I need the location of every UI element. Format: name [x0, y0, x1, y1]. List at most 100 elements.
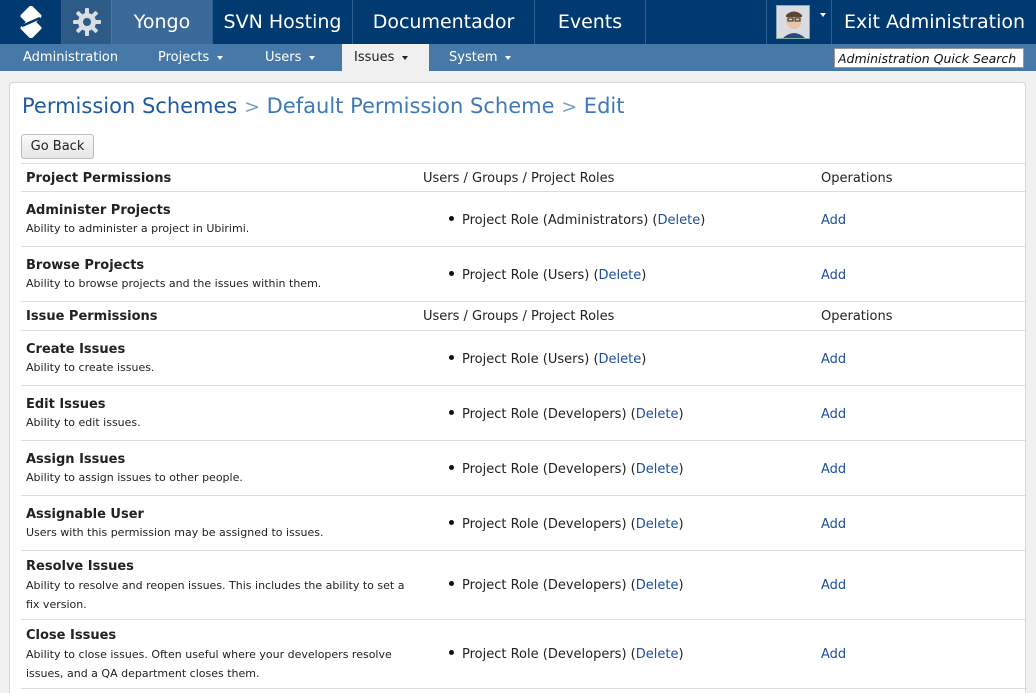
table-row: Assign Issues Ability to assign issues t… [21, 441, 1025, 496]
role-label: Project Role (Developers) [462, 462, 627, 477]
add-link[interactable]: Add [821, 462, 846, 477]
add-link[interactable]: Add [821, 407, 846, 422]
section-header-project-permissions: Project Permissions Users / Groups / Pro… [21, 163, 1025, 192]
role-label: Project Role (Developers) [462, 407, 627, 422]
add-link[interactable]: Add [821, 268, 846, 283]
topnav-yongo[interactable]: Yongo [112, 0, 213, 44]
breadcrumb-separator: > [244, 96, 260, 118]
chevron-down-icon [505, 55, 512, 60]
permission-role: Project Role (Users) (Delete) [449, 268, 646, 283]
table-row: Close Issues Ability to close issues. Of… [21, 620, 1025, 689]
topnav-documentador[interactable]: Documentador [353, 0, 535, 44]
permission-description: Users with this permission may be assign… [26, 526, 324, 539]
column-header-users: Users / Groups / Project Roles [423, 309, 615, 324]
permission-description: Ability to resolve and reopen issues. Th… [26, 579, 405, 611]
topnav-svn-hosting[interactable]: SVN Hosting [213, 0, 353, 44]
breadcrumb-edit: Edit [583, 94, 625, 118]
breadcrumb: Permission Schemes > Default Permission … [22, 94, 624, 118]
permission-name: Edit Issues [26, 397, 106, 412]
column-header-users: Users / Groups / Project Roles [423, 171, 615, 186]
table-row: Edit Issues Ability to edit issues. Proj… [21, 386, 1025, 441]
permission-role: Project Role (Developers) (Delete) [449, 407, 684, 422]
bullet-icon [449, 650, 454, 655]
subnav-users[interactable]: Users [246, 44, 342, 71]
add-link[interactable]: Add [821, 578, 846, 593]
chevron-down-icon [217, 55, 224, 60]
permission-description: Ability to administer a project in Ubiri… [26, 222, 250, 235]
avatar[interactable] [776, 5, 810, 39]
section-title: Project Permissions [26, 171, 172, 186]
delete-link[interactable]: Delete [636, 578, 679, 593]
permission-role: Project Role (Developers) (Delete) [449, 647, 684, 662]
permission-role: Project Role (Developers) (Delete) [449, 578, 684, 593]
topnav-events[interactable]: Events [535, 0, 646, 44]
admin-gear-icon[interactable] [62, 0, 112, 44]
bullet-icon [449, 465, 454, 470]
permission-name: Close Issues [26, 628, 117, 643]
permissions-table: Project Permissions Users / Groups / Pro… [21, 163, 1025, 689]
delete-link[interactable]: Delete [636, 407, 679, 422]
table-row: Browse Projects Ability to browse projec… [21, 247, 1025, 302]
user-menu[interactable] [766, 0, 832, 44]
role-label: Project Role (Administrators) [462, 213, 649, 228]
role-label: Project Role (Developers) [462, 647, 627, 662]
permission-role: Project Role (Administrators) (Delete) [449, 213, 705, 228]
section-title: Issue Permissions [26, 309, 158, 324]
bullet-icon [449, 520, 454, 525]
delete-link[interactable]: Delete [599, 268, 642, 283]
subnav-issues-label: Issues [354, 50, 395, 65]
column-header-operations: Operations [821, 309, 893, 324]
permission-description: Ability to browse projects and the issue… [26, 277, 322, 290]
permission-role: Project Role (Users) (Delete) [449, 352, 646, 367]
chevron-down-icon [402, 55, 409, 60]
table-row: Create Issues Ability to create issues. … [21, 331, 1025, 386]
permission-description: Ability to create issues. [26, 361, 155, 374]
add-link[interactable]: Add [821, 647, 846, 662]
permission-description: Ability to assign issues to other people… [26, 471, 243, 484]
delete-link[interactable]: Delete [599, 352, 642, 367]
app-logo-icon[interactable] [0, 0, 62, 44]
role-label: Project Role (Developers) [462, 578, 627, 593]
permission-description: Ability to edit issues. [26, 416, 141, 429]
section-header-issue-permissions: Issue Permissions Users / Groups / Proje… [21, 302, 1025, 331]
permission-role: Project Role (Developers) (Delete) [449, 517, 684, 532]
role-label: Project Role (Users) [462, 352, 590, 367]
chevron-down-icon [309, 55, 316, 60]
breadcrumb-permission-schemes[interactable]: Permission Schemes [22, 94, 237, 118]
admin-quick-search-input[interactable] [834, 48, 1024, 68]
subnav-issues[interactable]: Issues [342, 44, 429, 71]
bullet-icon [449, 410, 454, 415]
subnav-system-label: System [449, 50, 498, 65]
table-row: Resolve Issues Ability to resolve and re… [21, 551, 1025, 620]
permission-name: Create Issues [26, 342, 126, 357]
bullet-icon [449, 216, 454, 221]
exit-administration-link[interactable]: Exit Administration [833, 0, 1036, 44]
add-link[interactable]: Add [821, 517, 846, 532]
delete-link[interactable]: Delete [636, 462, 679, 477]
delete-link[interactable]: Delete [658, 213, 701, 228]
breadcrumb-scheme-name[interactable]: Default Permission Scheme [267, 94, 555, 118]
permission-description: Ability to close issues. Often useful wh… [26, 648, 392, 680]
delete-link[interactable]: Delete [636, 517, 679, 532]
table-row: Administer Projects Ability to administe… [21, 192, 1025, 247]
bullet-icon [449, 581, 454, 586]
subnav-administration-label: Administration [23, 50, 119, 65]
chevron-down-icon [820, 13, 826, 17]
delete-link[interactable]: Delete [636, 647, 679, 662]
column-header-operations: Operations [821, 171, 893, 186]
add-link[interactable]: Add [821, 213, 846, 228]
bullet-icon [449, 271, 454, 276]
permission-name: Browse Projects [26, 258, 145, 273]
subnav-projects[interactable]: Projects [138, 44, 246, 71]
add-link[interactable]: Add [821, 352, 846, 367]
table-row: Assignable User Users with this permissi… [21, 496, 1025, 551]
main-content-panel: Permission Schemes > Default Permission … [9, 82, 1026, 693]
go-back-button[interactable]: Go Back [21, 134, 94, 159]
subnav-system[interactable]: System [429, 44, 539, 71]
permission-name: Resolve Issues [26, 559, 134, 574]
subnav-administration[interactable]: Administration [0, 44, 134, 71]
permission-role: Project Role (Developers) (Delete) [449, 462, 684, 477]
role-label: Project Role (Users) [462, 268, 590, 283]
permission-name: Administer Projects [26, 203, 171, 218]
breadcrumb-separator: > [561, 96, 578, 118]
